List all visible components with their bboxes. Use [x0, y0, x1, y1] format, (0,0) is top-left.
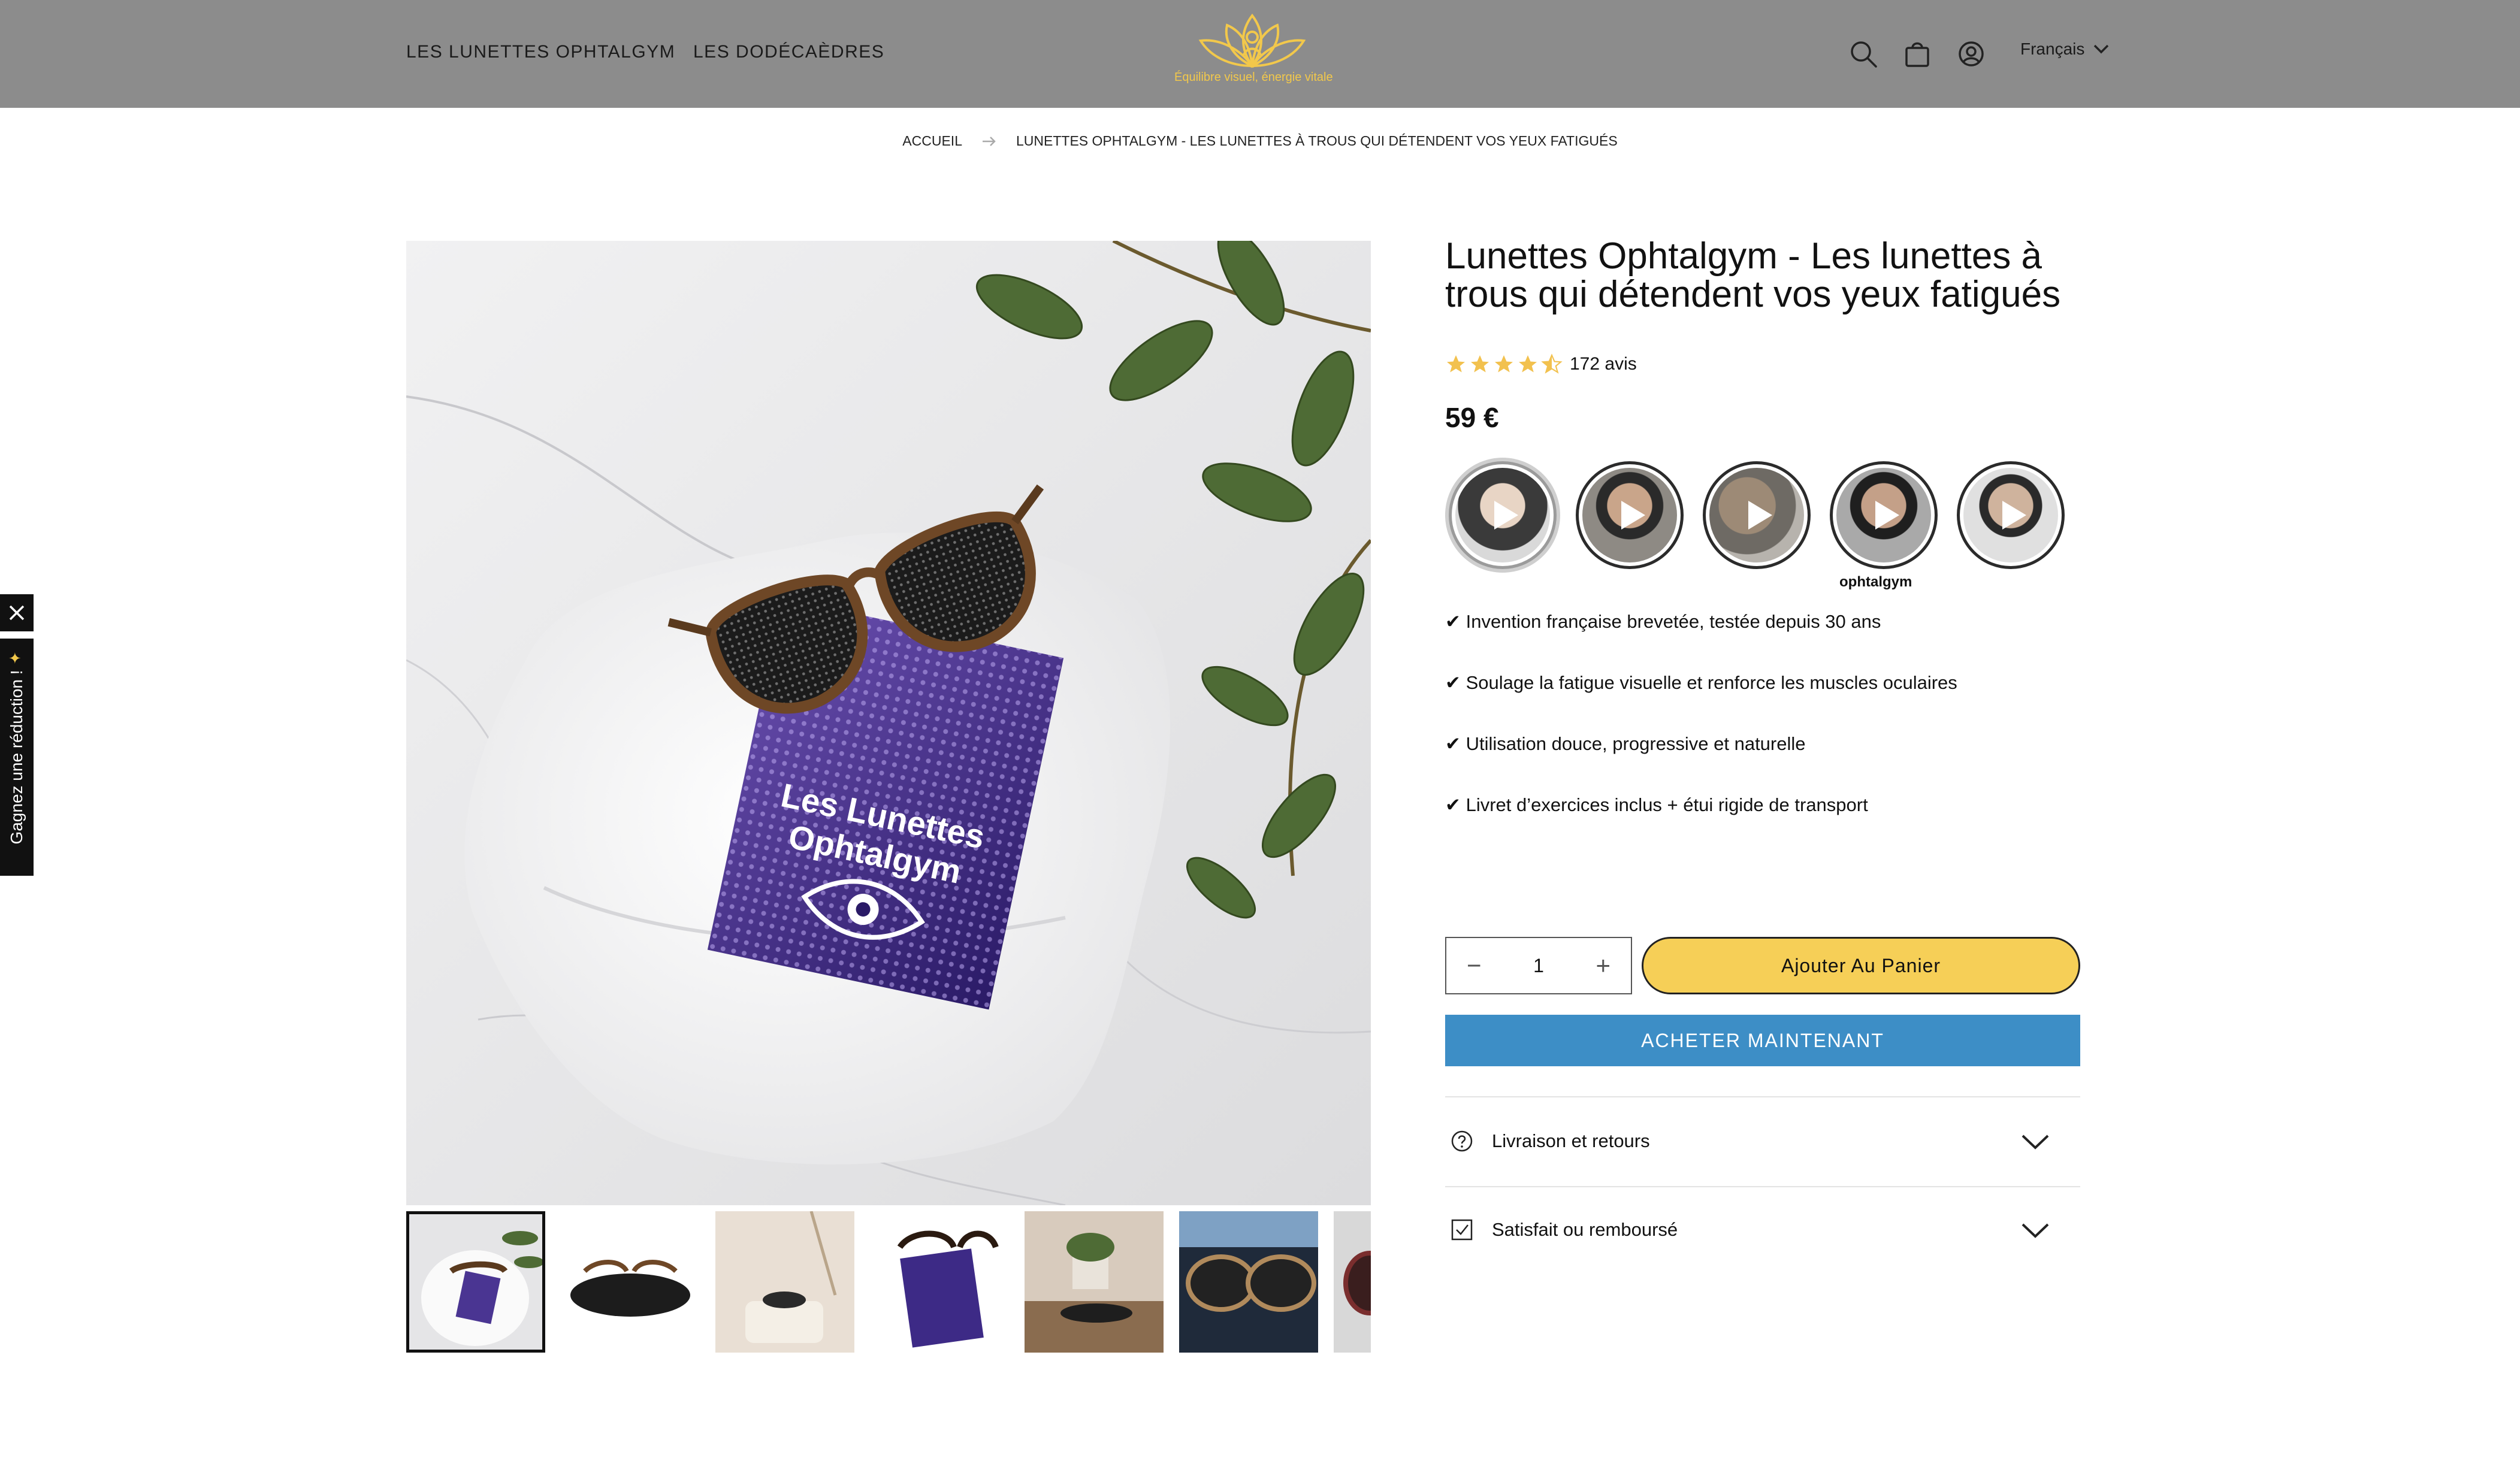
thumbnail-image [409, 1214, 542, 1350]
review-count[interactable]: 172 avis [1570, 354, 1637, 374]
benefit-3: ✔ Utilisation douce, progressive et natu… [1445, 733, 1806, 754]
logo-tagline: Équilibre visuel, énergie vitale [1174, 71, 1333, 84]
divider [1445, 1186, 2080, 1187]
site-header: LES LUNETTES OPHTALGYM LES DODÉCAÈDRES É… [0, 0, 2520, 108]
accordion-guarantee[interactable]: Satisfait ou remboursé [1445, 1197, 2080, 1263]
thumbnail-5[interactable] [1025, 1211, 1164, 1353]
breadcrumb-current: LUNETTES OPHTALGYM - LES LUNETTES À TROU… [1016, 133, 1618, 149]
chevron-down-icon [2022, 1135, 2049, 1150]
thumbnail-image [870, 1211, 1009, 1353]
checkbox-icon [1451, 1219, 1473, 1241]
video-stories [1445, 455, 2080, 599]
video-thumbnail [1963, 468, 2058, 562]
add-to-cart-button[interactable]: Ajouter Au Panier [1642, 937, 2080, 994]
video-thumbnail [1836, 468, 1931, 562]
product-main-image[interactable]: Les Lunettes Ophtalgym [406, 241, 1371, 1205]
play-icon [1494, 501, 1518, 530]
video-thumbnail [1582, 468, 1677, 562]
benefit-2: ✔ Soulage la fatigue visuelle et renforc… [1445, 672, 1957, 693]
account-icon[interactable] [1954, 37, 1988, 71]
thumbnail-image [561, 1211, 700, 1353]
quantity-value[interactable]: 1 [1533, 955, 1544, 977]
promo-label: Gagnez une réduction ! [7, 670, 26, 845]
nav-link-dodecaedres[interactable]: LES DODÉCAÈDRES [693, 42, 884, 62]
rating-stars [1445, 353, 1563, 375]
thumbnail-7[interactable] [1334, 1211, 1371, 1353]
accordion-shipping[interactable]: Livraison et retours [1445, 1108, 2080, 1174]
promo-close-button[interactable] [0, 594, 34, 631]
site-logo[interactable]: Équilibre visuel, énergie vitale [1174, 7, 1333, 97]
breadcrumb-home[interactable]: ACCUEIL [902, 133, 962, 149]
party-icon: ✦ [8, 649, 22, 667]
video-caption: ophtalgym [1839, 574, 1912, 590]
cart-icon[interactable] [1900, 37, 1934, 71]
product-title: Lunettes Ophtalgym - Les lunettes à trou… [1445, 235, 2061, 315]
divider [1445, 1096, 2080, 1097]
thumbnail-4[interactable] [870, 1211, 1009, 1353]
search-icon[interactable] [1847, 37, 1880, 71]
star-icon [1447, 355, 1465, 373]
play-icon [1748, 501, 1772, 530]
nav-link-lunettes[interactable]: LES LUNETTES OPHTALGYM [406, 42, 675, 62]
thumbnail-image [1334, 1211, 1371, 1353]
video-story-4[interactable] [1830, 461, 1938, 569]
quantity-decrease-button[interactable]: − [1467, 953, 1482, 978]
product-photo: Les Lunettes Ophtalgym [406, 241, 1371, 1205]
lotus-logo-icon [1198, 13, 1306, 68]
language-selector[interactable]: Français [2020, 40, 2110, 59]
chevron-down-icon [2094, 44, 2109, 54]
quantity-stepper: − 1 + [1445, 937, 1632, 994]
video-thumbnail [1455, 468, 1550, 562]
thumbnail-3[interactable] [715, 1211, 854, 1353]
video-story-5[interactable] [1957, 461, 2065, 569]
product-rating[interactable]: 172 avis [1445, 353, 1637, 375]
star-icon [1495, 355, 1513, 373]
thumbnail-2[interactable] [561, 1211, 700, 1353]
thumbnail-strip [406, 1211, 1371, 1355]
play-icon [1621, 501, 1645, 530]
chevron-down-icon [2022, 1223, 2049, 1238]
video-thumbnail [1709, 468, 1804, 562]
arrow-right-icon [983, 136, 996, 146]
benefit-1: ✔ Invention française brevetée, testée d… [1445, 611, 1881, 632]
play-icon [1875, 501, 1899, 530]
thumbnail-1[interactable] [406, 1211, 545, 1353]
half-star-icon [1541, 353, 1563, 374]
product-price: 59 € [1445, 402, 1499, 433]
breadcrumb: ACCUEIL LUNETTES OPHTALGYM - LES LUNETTE… [0, 133, 2520, 149]
thumbnail-6[interactable] [1179, 1211, 1318, 1353]
question-circle-icon [1451, 1130, 1473, 1152]
accordion-shipping-label: Livraison et retours [1492, 1130, 1650, 1151]
thumbnail-image [1025, 1211, 1164, 1353]
play-icon [2002, 501, 2026, 530]
video-story-1[interactable] [1449, 461, 1557, 569]
star-icon [1471, 355, 1489, 373]
thumbnail-image [715, 1211, 854, 1353]
buy-now-button[interactable]: ACHETER MAINTENANT [1445, 1015, 2080, 1066]
language-label: Français [2020, 40, 2085, 58]
close-icon [9, 605, 25, 621]
quantity-increase-button[interactable]: + [1596, 953, 1610, 978]
promo-discount-tab[interactable]: ✦ Gagnez une réduction ! [0, 639, 34, 876]
star-icon [1519, 355, 1537, 373]
accordion-guarantee-label: Satisfait ou remboursé [1492, 1219, 1678, 1240]
benefit-4: ✔ Livret d’exercices inclus + étui rigid… [1445, 794, 1868, 815]
thumbnail-image [1179, 1211, 1318, 1353]
video-story-3[interactable] [1703, 461, 1811, 569]
video-story-2[interactable] [1576, 461, 1684, 569]
